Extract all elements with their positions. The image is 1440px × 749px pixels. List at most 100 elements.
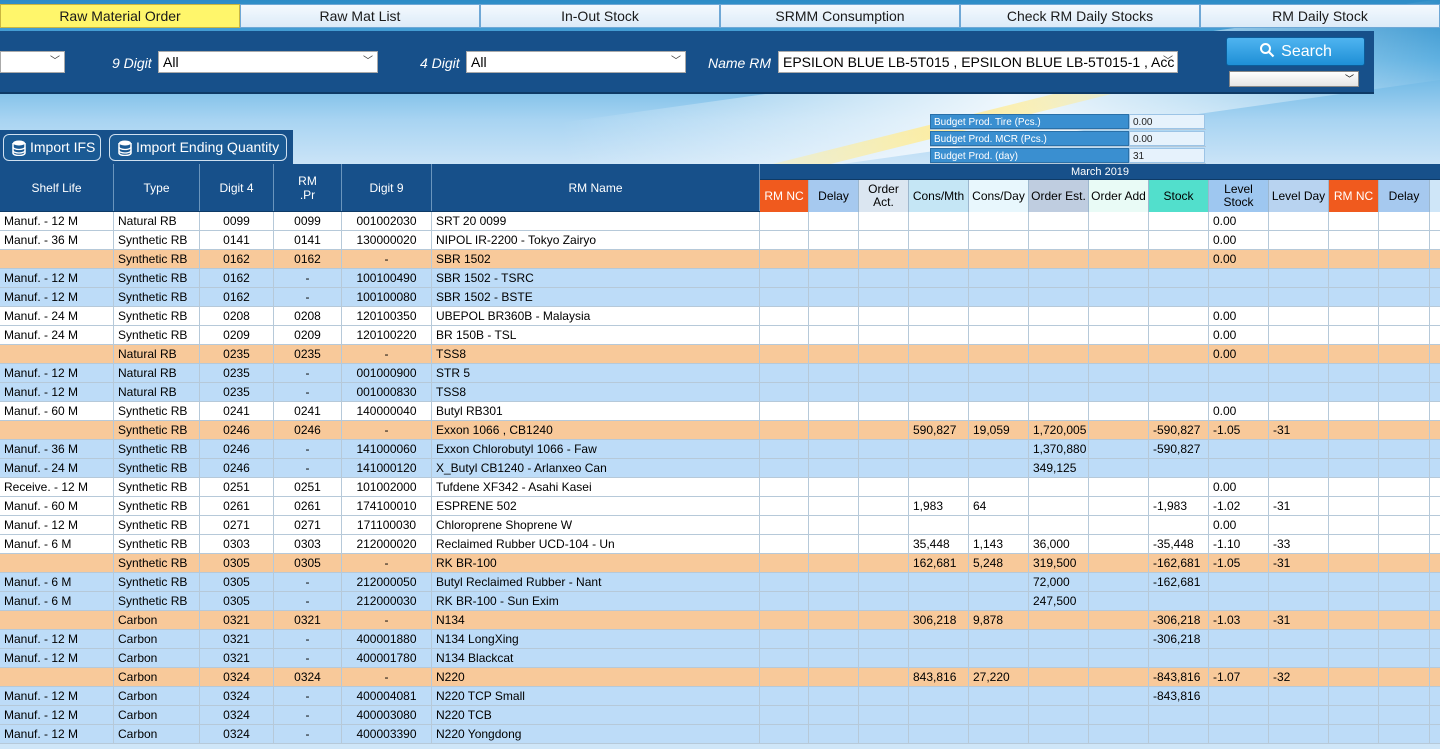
table-cell: Butyl RB301 — [432, 402, 760, 420]
tab-srmm-consumption[interactable]: SRMM Consumption — [720, 4, 960, 28]
col-header[interactable]: RM .Pr — [274, 164, 342, 211]
table-row[interactable]: 0.00 — [760, 250, 1440, 269]
table-cell: 400003390 — [342, 725, 432, 743]
name-rm-combo[interactable]: EPSILON BLUE LB-5T015 , EPSILON BLUE LB-… — [778, 51, 1178, 73]
digit9-combo[interactable]: All ﹀ — [158, 51, 378, 73]
table-row[interactable]: 0.00 — [760, 345, 1440, 364]
table-row[interactable] — [760, 649, 1440, 668]
table-row[interactable]: 0.00 — [760, 231, 1440, 250]
table-row[interactable]: Manuf. - 12 M Carbon 0324-400003080 N220 TC… — [0, 706, 760, 725]
table-row[interactable]: 0.00 — [760, 478, 1440, 497]
tab-raw-mat-list[interactable]: Raw Mat List — [240, 4, 480, 28]
table-row[interactable]: 0.00 — [760, 307, 1440, 326]
table-row[interactable]: Synthetic RB 0305 0305- RK BR-100 — [0, 554, 760, 573]
table-row[interactable] — [760, 383, 1440, 402]
table-row[interactable]: Manuf. - 24 M Synthetic RB 0208 0208 1201003… — [0, 307, 760, 326]
col-header[interactable]: Order Act. — [859, 180, 909, 212]
table-cell: Tufdene XF342 - Asahi Kasei — [432, 478, 760, 496]
col-header[interactable]: Order Est. — [1029, 180, 1089, 212]
table-row[interactable]: 0.00 — [760, 516, 1440, 535]
table-row[interactable]: Manuf. - 6 M Synthetic RB 0303 0303 21200002… — [0, 535, 760, 554]
table-row[interactable]: 306,218 9,878 -306,218 -1.03 -31 — [760, 611, 1440, 630]
table-row[interactable]: Manuf. - 24 M Synthetic RB 0246-141000120 X… — [0, 459, 760, 478]
table-row[interactable]: Manuf. - 6 M Synthetic RB 0305-212000030 RK… — [0, 592, 760, 611]
table-row[interactable]: 590,827 19,059 1,720,005 -590,827 -1.05 -31 — [760, 421, 1440, 440]
import-ifs-button[interactable]: Import IFS — [3, 134, 101, 161]
table-row[interactable]: Manuf. - 12 M Carbon 0324-400004081 N220 TC… — [0, 687, 760, 706]
table-row[interactable]: Manuf. - 60 M Synthetic RB 0261 0261 1741000… — [0, 497, 760, 516]
col-header[interactable]: Digit 4 — [200, 164, 274, 211]
col-header[interactable]: RM NC — [760, 180, 809, 212]
table-row[interactable]: -306,218 — [760, 630, 1440, 649]
table-row[interactable] — [760, 364, 1440, 383]
table-row[interactable]: Manuf. - 12 M Natural RB 0099 0099 001002030… — [0, 212, 760, 231]
table-row[interactable]: 0.00 — [760, 402, 1440, 421]
table-row[interactable]: Manuf. - 12 M Carbon 0324-400003390 N220 Yo… — [0, 725, 760, 744]
table-cell: 0162 — [200, 288, 274, 306]
table-row[interactable]: Manuf. - 36 M Synthetic RB 0246-141000060 E… — [0, 440, 760, 459]
table-row[interactable]: 843,816 27,220 -843,816 -1.07 -32 — [760, 668, 1440, 687]
tab-in-out-stock[interactable]: In-Out Stock — [480, 4, 720, 28]
table-cell — [909, 212, 969, 230]
col-header[interactable]: Stock — [1149, 180, 1209, 212]
col-header[interactable]: Cons/Day — [969, 180, 1029, 212]
table-row[interactable] — [760, 725, 1440, 744]
table-cell — [1209, 459, 1269, 477]
table-row[interactable]: Manuf. - 6 M Synthetic RB 0305-212000050 Bu… — [0, 573, 760, 592]
table-row[interactable]: Synthetic RB 0162 0162- SBR 1502 — [0, 250, 760, 269]
col-header[interactable]: Shelf Life — [0, 164, 114, 211]
tab-check-rm-daily-stocks[interactable]: Check RM Daily Stocks — [960, 4, 1200, 28]
table-row[interactable]: Manuf. - 12 M Synthetic RB 0162-100100490 S… — [0, 269, 760, 288]
digit4-combo[interactable]: All ﹀ — [466, 51, 686, 73]
table-row[interactable]: 349,125 — [760, 459, 1440, 478]
table-cell: 0209 — [200, 326, 274, 344]
col-header[interactable]: Order Add — [1089, 180, 1149, 212]
col-header[interactable]: Digit 9 — [342, 164, 432, 211]
budget-row: Budget Prod. (day) 31 — [930, 148, 1206, 164]
col-header[interactable]: Delay — [1379, 180, 1430, 212]
table-row[interactable]: Manuf. - 12 M Natural RB 0235-001000830 TS… — [0, 383, 760, 402]
table-row[interactable]: Carbon 0321 0321- N134 — [0, 611, 760, 630]
table-row[interactable]: Manuf. - 60 M Synthetic RB 0241 0241 1400000… — [0, 402, 760, 421]
table-cell: 0235 — [200, 345, 274, 363]
tab-raw-material-order[interactable]: Raw Material Order — [0, 4, 240, 28]
col-header[interactable]: RM Name — [432, 164, 760, 211]
table-cell — [1329, 649, 1379, 667]
col-header[interactable]: RM NC — [1329, 180, 1379, 212]
search-option-combo[interactable]: ﹀ — [1229, 71, 1359, 87]
table-row[interactable]: Manuf. - 12 M Synthetic RB 0162-100100080 S… — [0, 288, 760, 307]
col-header[interactable]: Cons/Mth — [909, 180, 969, 212]
table-row[interactable]: 1,370,880 -590,827 — [760, 440, 1440, 459]
table-row[interactable]: Manuf. - 12 M Synthetic RB 0271 0271 1711000… — [0, 516, 760, 535]
table-row[interactable]: Manuf. - 12 M Carbon 0321-400001780 N134 Bl… — [0, 649, 760, 668]
table-row[interactable]: 72,000 -162,681 — [760, 573, 1440, 592]
table-row[interactable] — [760, 288, 1440, 307]
col-header[interactable]: Type — [114, 164, 200, 211]
table-row[interactable]: Manuf. - 24 M Synthetic RB 0209 0209 1201002… — [0, 326, 760, 345]
table-row[interactable]: 35,448 1,143 36,000 -35,448 -1.10 -33 — [760, 535, 1440, 554]
first-filter-combo[interactable]: ﹀ — [0, 51, 65, 73]
col-header[interactable]: Level Day — [1269, 180, 1329, 212]
table-row[interactable]: 0.00 — [760, 212, 1440, 231]
table-cell: Synthetic RB — [114, 573, 200, 591]
table-row[interactable]: Manuf. - 36 M Synthetic RB 0141 0141 1300000… — [0, 231, 760, 250]
table-row[interactable] — [760, 706, 1440, 725]
col-header[interactable]: Level Stock — [1209, 180, 1269, 212]
table-row[interactable]: -843,816 — [760, 687, 1440, 706]
table-row[interactable]: Manuf. - 12 M Natural RB 0235-001000900 STR… — [0, 364, 760, 383]
tab-rm-daily-stock[interactable]: RM Daily Stock — [1200, 4, 1440, 28]
table-row[interactable]: Receive. - 12 M Synthetic RB 0251 0251 10100… — [0, 478, 760, 497]
table-row[interactable]: 162,681 5,248 319,500 -162,681 -1.05 -31 — [760, 554, 1440, 573]
search-button[interactable]: Search — [1226, 37, 1365, 66]
table-row[interactable]: 247,500 — [760, 592, 1440, 611]
table-row[interactable]: 0.00 — [760, 326, 1440, 345]
table-row[interactable]: Natural RB 0235 0235- TSS8 — [0, 345, 760, 364]
table-row[interactable]: 1,983 64 -1,983 -1.02 -31 — [760, 497, 1440, 516]
import-ending-quantity-button[interactable]: Import Ending Quantity — [109, 134, 287, 161]
table-row[interactable]: Carbon 0324 0324- N220 — [0, 668, 760, 687]
col-header[interactable]: Delay — [809, 180, 859, 212]
table-row[interactable] — [760, 269, 1440, 288]
table-row[interactable]: Manuf. - 12 M Carbon 0321-400001880 N134 Lo… — [0, 630, 760, 649]
table-cell — [1269, 231, 1329, 249]
table-row[interactable]: Synthetic RB 0246 0246- Exxon 1066 , CB1240 — [0, 421, 760, 440]
